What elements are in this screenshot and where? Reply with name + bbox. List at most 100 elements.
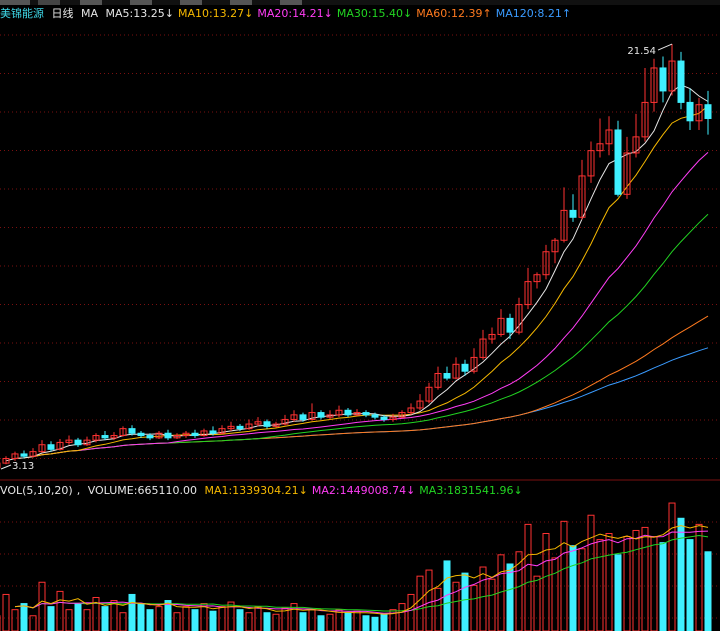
volume-bar [695, 523, 703, 631]
candle-down [362, 412, 370, 416]
volume-bar [47, 606, 55, 631]
candle-down [47, 444, 55, 450]
volume-bar [578, 548, 586, 631]
candle-down [704, 104, 712, 119]
candle-down [74, 439, 82, 446]
volume-bar [146, 609, 154, 631]
volume-bar [659, 542, 667, 631]
volume-bar [506, 563, 514, 631]
low-price-label: 3.13 [12, 461, 34, 472]
ma5-line [5, 84, 709, 462]
volume-bar [371, 616, 379, 631]
ma120-line [230, 347, 709, 441]
candle-down [677, 60, 685, 103]
volume-bar [254, 606, 262, 631]
volume-bar [560, 520, 568, 631]
ma30-line [32, 213, 709, 458]
volume-bar [380, 613, 388, 631]
candle-down [659, 67, 667, 92]
volume-bar [164, 600, 172, 631]
volume-bar [479, 566, 487, 631]
volume-bar [452, 581, 460, 631]
volume-bar [2, 593, 10, 631]
volume-bar [281, 607, 289, 631]
price-legend: 美锦能源 日线 MA MA5:13.25↓ MA10:13.27↓ MA20:14.… [0, 6, 579, 22]
volume-bar [425, 569, 433, 631]
volume-bar [524, 523, 532, 631]
candle-down [569, 209, 577, 218]
stock-name[interactable]: 美锦能源 [0, 7, 44, 20]
volume-bar [326, 613, 334, 631]
volume-bar [407, 593, 415, 631]
candle-down [20, 453, 28, 457]
volume-bar [200, 603, 208, 631]
vol-ma10-line [14, 530, 709, 614]
ma-legend-item-3: MA30:15.40↓ [336, 7, 413, 20]
volume-bar [623, 536, 631, 631]
volume-bar [704, 551, 712, 631]
volume-bar [110, 600, 118, 631]
volume-bar [344, 612, 352, 631]
volume-bar [551, 557, 559, 631]
volume-bar [299, 612, 307, 631]
vol-ma20-line [14, 534, 709, 612]
volume-bar [677, 517, 685, 631]
volume-bar [128, 593, 136, 631]
volume-bar [119, 612, 127, 631]
volume-bar [587, 514, 595, 631]
volume-bar [155, 606, 163, 631]
volume-bar [641, 526, 649, 631]
ma-legend-item-2: MA20:14.21↓ [257, 7, 333, 20]
volume-bar [191, 609, 199, 631]
low-pointer [0, 464, 12, 470]
volume-bar [569, 545, 577, 631]
volume-bar [686, 539, 694, 631]
volume-bar [416, 575, 424, 631]
volume-bar [38, 581, 46, 631]
volume-bar [533, 575, 541, 631]
ma20-line [32, 152, 709, 458]
volume-bar [434, 587, 442, 631]
ma-indicator-label[interactable]: MA [81, 7, 98, 20]
volume-bar [263, 612, 271, 631]
volume-bar [353, 610, 361, 631]
candle-down [236, 425, 244, 430]
candle-down [506, 317, 514, 333]
candle-down [164, 432, 172, 439]
candle-down [209, 430, 217, 434]
volume-bar [650, 536, 658, 631]
high-price-label: 21.54 [627, 46, 656, 57]
volume-bar [20, 603, 28, 631]
vol-ma-legend-item-0: MA1:1339304.21↓ [204, 484, 308, 497]
candle-down [317, 412, 325, 418]
ma-legend-item-5: MA120:8.21↑ [495, 7, 572, 20]
ma-legend-item-0: MA5:13.25↓ [105, 7, 174, 20]
volume-bar [542, 533, 550, 631]
volume-bar [488, 578, 496, 631]
volume-bar [65, 609, 73, 631]
volume-bar [596, 539, 604, 631]
candle-down [461, 363, 469, 372]
volume-bar [317, 615, 325, 631]
volume-bar [362, 615, 370, 631]
candle-down [101, 435, 109, 439]
high-pointer [657, 43, 673, 51]
volume-bar [308, 609, 316, 631]
volume-bar [218, 606, 226, 631]
vol-ma-legend-item-2: MA3:1831541.96↓ [419, 484, 523, 497]
volume-bar [461, 572, 469, 631]
candle-down [614, 129, 622, 195]
candle-down [146, 435, 154, 439]
volume-bar [74, 603, 82, 631]
volume-bar [101, 606, 109, 631]
period-label[interactable]: 日线 [52, 7, 74, 20]
volume-bar [11, 609, 19, 631]
volume-bar [83, 609, 91, 631]
vol-indicator-label[interactable]: VOL(5,10,20) [0, 484, 73, 497]
candle-down [443, 373, 451, 379]
stock-chart-canvas[interactable]: 21.54 3.13 [0, 0, 720, 631]
volume-bar [182, 606, 190, 631]
candle-down [344, 409, 352, 416]
candle-down [371, 414, 379, 418]
candle-down [380, 416, 388, 420]
